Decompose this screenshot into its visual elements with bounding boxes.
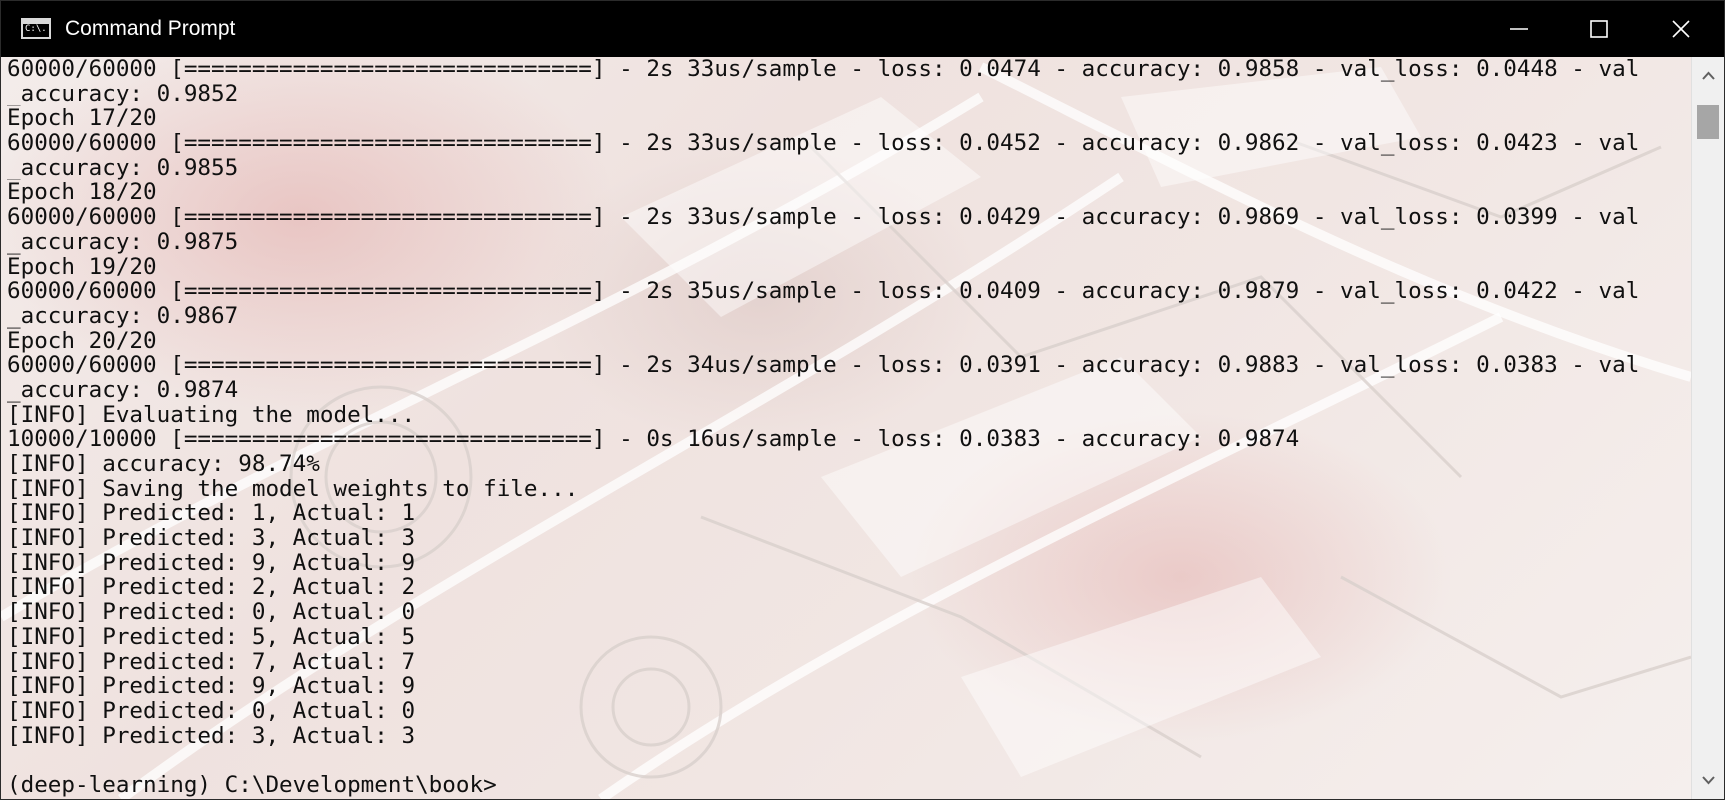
console-line: 10000/10000 [===========================… bbox=[7, 427, 1300, 452]
console-line: 60000/60000 [===========================… bbox=[7, 57, 1640, 82]
console-line: [INFO] Predicted: 2, Actual: 2 bbox=[7, 575, 416, 601]
title-bar[interactable]: C:\. Command Prompt bbox=[1, 1, 1724, 57]
minimize-button[interactable] bbox=[1479, 1, 1559, 57]
scroll-down-button[interactable] bbox=[1692, 761, 1724, 799]
console-line: [INFO] Predicted: 1, Actual: 1 bbox=[7, 501, 416, 527]
console-line: _accuracy: 0.9852 bbox=[7, 81, 239, 107]
chevron-down-icon bbox=[1702, 776, 1715, 785]
console-line: [INFO] Predicted: 3, Actual: 3 bbox=[7, 723, 416, 749]
console-line: [INFO] Predicted: 9, Actual: 9 bbox=[7, 550, 416, 576]
console-line: [INFO] Predicted: 0, Actual: 0 bbox=[7, 600, 416, 625]
console-line: Epoch 18/20 bbox=[7, 180, 157, 206]
command-prompt-window: C:\. Command Prompt 60000/60000 [=======… bbox=[0, 0, 1725, 800]
window-title: Command Prompt bbox=[65, 17, 236, 40]
console-line: [INFO] Evaluating the model... bbox=[7, 402, 416, 428]
console-line: Epoch 19/20 bbox=[7, 254, 157, 280]
command-prompt-line[interactable]: (deep-learning) C:\Development\book> bbox=[7, 773, 1691, 798]
vertical-scrollbar[interactable] bbox=[1691, 57, 1724, 799]
console-area[interactable]: 60000/60000 [===========================… bbox=[1, 57, 1691, 799]
console-line: [INFO] accuracy: 98.74% bbox=[7, 452, 320, 477]
console-line: Epoch 20/20 bbox=[7, 328, 157, 354]
chevron-up-icon bbox=[1702, 71, 1715, 80]
console-line: _accuracy: 0.9855 bbox=[7, 155, 239, 181]
app-icon-text: C:\. bbox=[25, 24, 47, 34]
scrollbar-thumb[interactable] bbox=[1697, 105, 1719, 139]
console-line: [INFO] Predicted: 5, Actual: 5 bbox=[7, 624, 416, 650]
console-line: Epoch 17/20 bbox=[7, 106, 157, 132]
console-line: _accuracy: 0.9875 bbox=[7, 229, 239, 255]
maximize-icon bbox=[1590, 20, 1608, 38]
minimize-icon bbox=[1510, 28, 1528, 30]
close-icon bbox=[1672, 20, 1690, 38]
console-app-icon[interactable]: C:\. bbox=[21, 18, 51, 39]
console-line: _accuracy: 0.9867 bbox=[7, 303, 239, 329]
console-output: 60000/60000 [===========================… bbox=[7, 57, 1691, 799]
console-line: 60000/60000 [===========================… bbox=[7, 279, 1640, 304]
console-line: [INFO] Predicted: 7, Actual: 7 bbox=[7, 649, 416, 675]
console-line: 60000/60000 [===========================… bbox=[7, 205, 1640, 230]
console-line: _accuracy: 0.9874 bbox=[7, 377, 239, 403]
console-line: [INFO] Predicted: 9, Actual: 9 bbox=[7, 674, 416, 699]
console-line: [INFO] Saving the model weights to file.… bbox=[7, 476, 579, 502]
console-line: [INFO] Predicted: 3, Actual: 3 bbox=[7, 526, 416, 551]
console-line: 60000/60000 [===========================… bbox=[7, 353, 1640, 378]
close-button[interactable] bbox=[1641, 1, 1721, 57]
maximize-button[interactable] bbox=[1559, 1, 1639, 57]
console-line: 60000/60000 [===========================… bbox=[7, 131, 1640, 156]
console-line: [INFO] Predicted: 0, Actual: 0 bbox=[7, 698, 416, 724]
scroll-up-button[interactable] bbox=[1692, 57, 1724, 95]
